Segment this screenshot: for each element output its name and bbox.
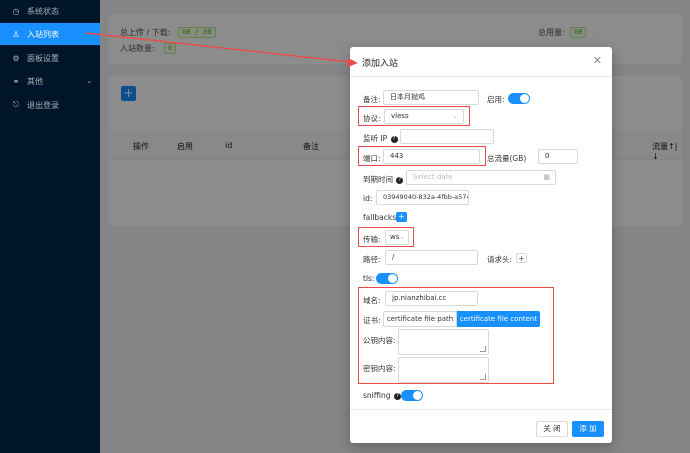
remark-input[interactable]: 日本月抛鸡 — [383, 90, 479, 105]
dashboard-icon: ◷ — [12, 6, 20, 16]
sidebar-item-label: 入站列表 — [27, 29, 59, 39]
question-icon: ? — [396, 176, 404, 184]
id-input[interactable]: 03949040-832a-4fbb-a574 — [376, 190, 469, 205]
enable-toggle[interactable] — [508, 93, 530, 104]
calendar-icon: ▦ — [543, 173, 550, 181]
user-icon: ♙ — [12, 29, 20, 39]
enable-label: 启用: — [487, 95, 505, 104]
add-fallback-button[interactable]: + — [396, 212, 407, 222]
modal-header: 添加入站 ✕ — [350, 47, 612, 77]
public-key-textarea[interactable] — [398, 329, 489, 355]
sidebar-item-inbounds[interactable]: ♙ 入站列表 — [0, 23, 100, 45]
cert-content-button[interactable]: certificate file content — [457, 311, 540, 327]
domain-label: 域名: — [363, 296, 381, 305]
annotation-box — [358, 106, 470, 126]
sidebar-item-label: 系统状态 — [27, 6, 59, 16]
sidebar-item-logout[interactable]: ⎋ 退出登录 — [0, 94, 100, 116]
cert-label: 证书: — [363, 316, 381, 325]
question-icon: ? — [393, 392, 401, 400]
sidebar-item-label: 面板设置 — [27, 53, 59, 63]
logout-icon: ⎋ — [12, 100, 20, 109]
tls-toggle[interactable] — [376, 273, 398, 284]
cancel-button[interactable]: 关 闭 — [536, 421, 568, 437]
path-label: 路径: — [363, 255, 381, 264]
annotation-box — [358, 146, 486, 166]
private-key-textarea[interactable] — [398, 357, 489, 383]
sniffing-toggle[interactable] — [401, 390, 423, 401]
close-icon[interactable]: ✕ — [593, 54, 602, 67]
modal-title: 添加入站 — [362, 59, 399, 69]
listen-label-text: 监听 IP — [363, 134, 388, 143]
sidebar-item-settings[interactable]: ⚙ 面板设置 — [0, 47, 100, 69]
sidebar-item-other[interactable]: ⚭ 其他 ⌄ — [0, 70, 100, 92]
question-icon: ? — [390, 135, 398, 143]
sidebar: ◷ 系统状态 ♙ 入站列表 ⚙ 面板设置 ⚭ 其他 ⌄ ⎋ 退出登录 — [0, 0, 100, 453]
domain-input[interactable]: jp.nianzhibai.cc — [385, 291, 478, 306]
private-key-label: 密钥内容: — [363, 364, 396, 373]
public-key-label: 公钥内容: — [363, 336, 396, 345]
link-icon: ⚭ — [12, 76, 20, 86]
total-traffic-label: 总流量(GB) — [487, 154, 527, 163]
remark-label: 备注: — [363, 95, 381, 104]
path-input[interactable]: / — [385, 250, 478, 265]
modal-footer: 关 闭 添 加 — [350, 409, 612, 443]
add-button[interactable]: 添 加 — [572, 421, 604, 437]
total-traffic-input[interactable]: 0 — [538, 149, 578, 164]
expire-date-picker[interactable]: Select date ▦ — [406, 170, 556, 185]
fallbacks-label: fallbacks: — [363, 213, 399, 222]
chevron-down-icon: ⌄ — [86, 77, 92, 85]
add-header-button[interactable]: + — [516, 253, 527, 263]
listen-label: 监听 IP ? — [363, 133, 398, 144]
cert-path-button[interactable]: certificate file path — [383, 311, 457, 327]
gear-icon: ⚙ — [12, 53, 20, 63]
sidebar-item-label: 退出登录 — [27, 100, 59, 110]
sidebar-item-status[interactable]: ◷ 系统状态 — [0, 0, 100, 22]
sidebar-item-label: 其他 — [27, 76, 43, 86]
id-label: id: — [363, 194, 373, 203]
add-inbound-modal: 添加入站 ✕ 备注: 日本月抛鸡 启用: 协议: vless ⌄ 监听 IP ?… — [350, 47, 612, 443]
expire-label: 到期时间 ? — [363, 174, 404, 185]
listen-ip-input[interactable] — [400, 129, 494, 144]
sniffing-label-text: sniffing — [363, 391, 391, 400]
expire-placeholder: Select date — [413, 173, 453, 181]
expire-label-text: 到期时间 — [363, 175, 393, 184]
sniffing-label: sniffing ? — [363, 391, 401, 400]
headers-label: 请求头: — [487, 255, 513, 264]
tls-label: tls: — [363, 274, 375, 283]
annotation-box — [358, 227, 414, 247]
